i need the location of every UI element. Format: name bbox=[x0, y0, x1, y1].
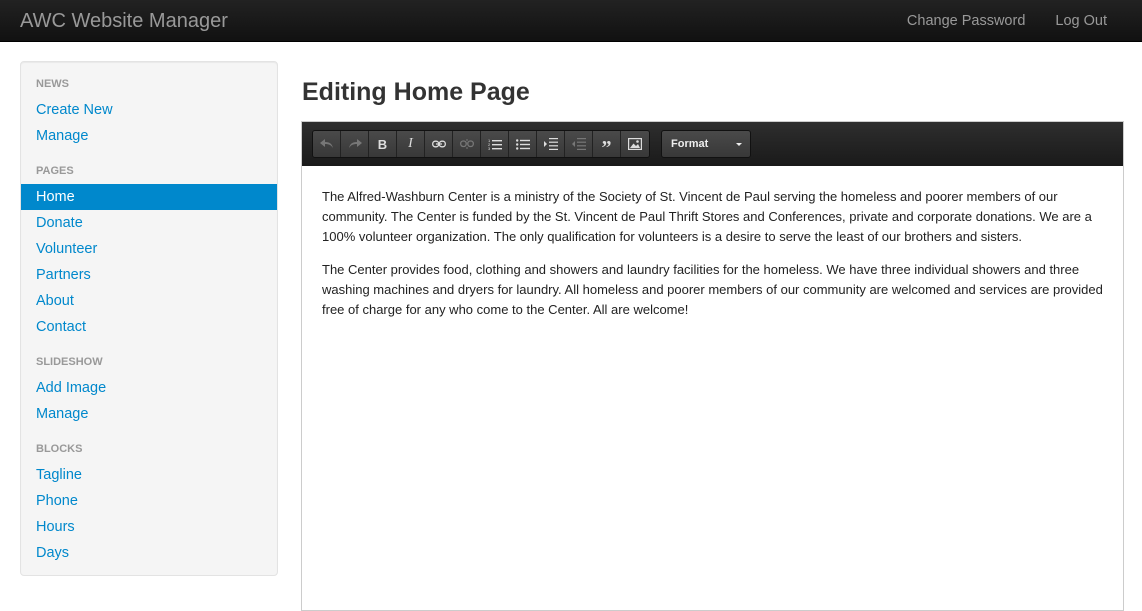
outdent-icon[interactable] bbox=[565, 131, 593, 157]
redo-icon[interactable] bbox=[341, 131, 369, 157]
editor-toolbar: B I 123 ” Format bbox=[302, 122, 1123, 166]
nav-header-pages: PAGES bbox=[36, 165, 74, 177]
italic-label: I bbox=[408, 136, 413, 151]
sidebar-item-create-news[interactable]: Create New bbox=[21, 97, 277, 123]
unordered-list-icon[interactable] bbox=[509, 131, 537, 157]
undo-icon[interactable] bbox=[313, 131, 341, 157]
image-icon[interactable] bbox=[621, 131, 649, 157]
italic-icon[interactable]: I bbox=[397, 131, 425, 157]
svg-text:3: 3 bbox=[488, 146, 491, 150]
nav-header-slideshow: SLIDESHOW bbox=[36, 356, 103, 368]
sidebar-item-contact[interactable]: Contact bbox=[21, 314, 277, 340]
sidebar-item-volunteer[interactable]: Volunteer bbox=[21, 236, 277, 262]
top-navbar: AWC Website Manager Change Password Log … bbox=[0, 0, 1142, 42]
format-dropdown-label: Format bbox=[671, 138, 709, 150]
change-password-link[interactable]: Change Password bbox=[892, 0, 1041, 42]
sidebar-item-about[interactable]: About bbox=[21, 288, 277, 314]
history-group: B I 123 ” bbox=[312, 130, 650, 158]
content-paragraph: The Center provides food, clothing and s… bbox=[322, 262, 1103, 317]
sidebar-item-donate[interactable]: Donate bbox=[21, 210, 277, 236]
editor-content[interactable]: The Alfred-Washburn Center is a ministry… bbox=[302, 166, 1123, 320]
indent-icon[interactable] bbox=[537, 131, 565, 157]
sidebar-item-manage-slideshow[interactable]: Manage bbox=[21, 401, 277, 427]
ordered-list-icon[interactable]: 123 bbox=[481, 131, 509, 157]
sidebar-item-days[interactable]: Days bbox=[21, 540, 277, 566]
format-dropdown[interactable]: Format bbox=[661, 130, 751, 158]
content-paragraph: The Alfred-Washburn Center is a ministry… bbox=[322, 189, 1092, 244]
link-icon[interactable] bbox=[425, 131, 453, 157]
page-title: Editing Home Page bbox=[302, 78, 530, 106]
navbar-links: Change Password Log Out bbox=[892, 0, 1122, 42]
bold-label: B bbox=[377, 136, 388, 152]
blockquote-icon[interactable]: ” bbox=[593, 131, 621, 157]
bold-icon[interactable]: B bbox=[369, 131, 397, 157]
brand-link[interactable]: AWC Website Manager bbox=[20, 0, 228, 42]
caret-down-icon bbox=[736, 143, 742, 146]
sidebar-item-tagline[interactable]: Tagline bbox=[21, 462, 277, 488]
nav-header-blocks: BLOCKS bbox=[36, 443, 83, 455]
sidebar-item-partners[interactable]: Partners bbox=[21, 262, 277, 288]
sidebar: NEWS Create New Manage PAGES Home Donate… bbox=[20, 61, 278, 576]
unlink-icon[interactable] bbox=[453, 131, 481, 157]
nav-header-news: NEWS bbox=[36, 78, 69, 90]
sidebar-item-hours[interactable]: Hours bbox=[21, 514, 277, 540]
sidebar-item-phone[interactable]: Phone bbox=[21, 488, 277, 514]
sidebar-item-manage-news[interactable]: Manage bbox=[21, 123, 277, 149]
sidebar-item-add-image[interactable]: Add Image bbox=[21, 375, 277, 401]
blockquote-label: ” bbox=[601, 137, 612, 158]
rich-text-editor: B I 123 ” Format The Alfred-Washburn Cen… bbox=[301, 121, 1124, 611]
sidebar-item-home[interactable]: Home bbox=[21, 184, 277, 210]
log-out-link[interactable]: Log Out bbox=[1040, 0, 1122, 42]
